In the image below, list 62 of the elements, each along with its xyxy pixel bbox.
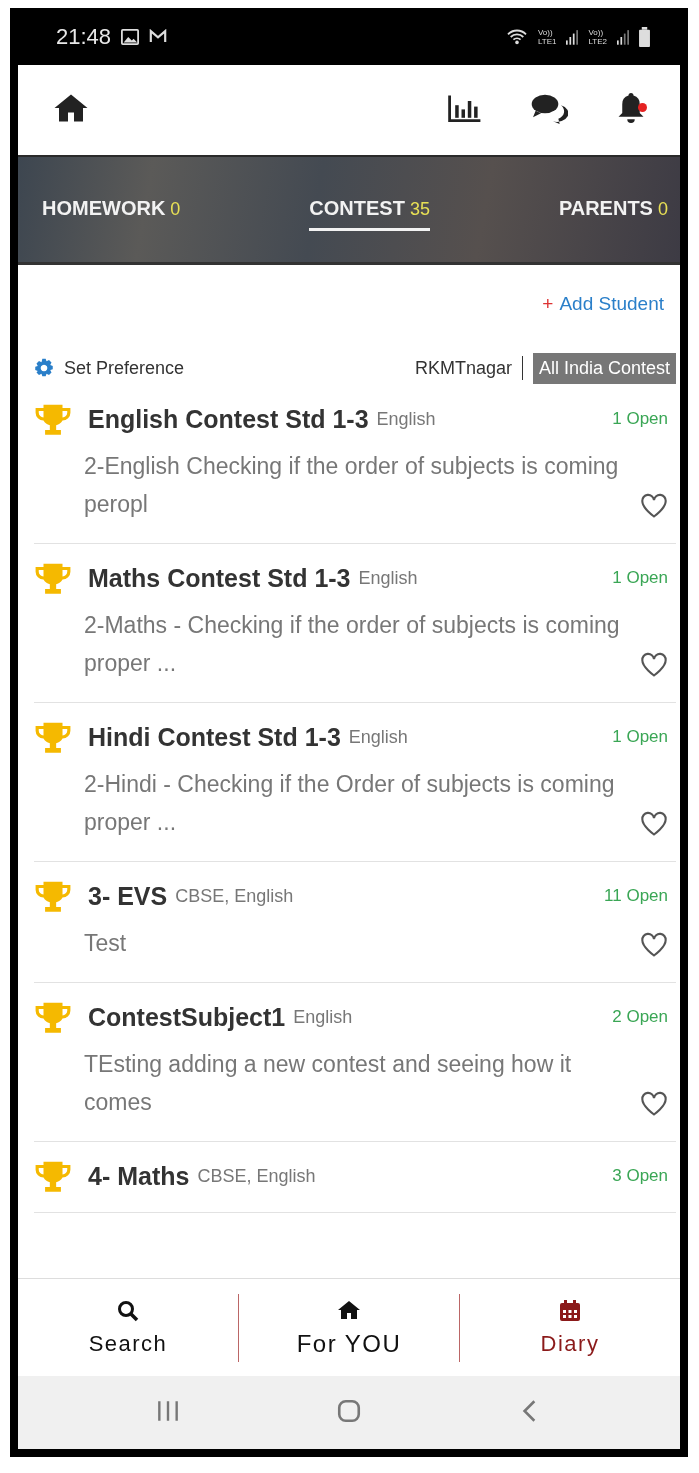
trophy-icon	[34, 1001, 72, 1033]
location-filter[interactable]: RKMTnagar	[414, 357, 512, 379]
heart-icon	[640, 811, 668, 837]
contest-tags: English	[293, 1006, 353, 1028]
bell-icon	[616, 91, 646, 125]
contest-description: TEsting adding a new contest and seeing how it comes	[84, 1050, 573, 1117]
contest-title[interactable]: 3- EVS	[88, 881, 168, 911]
contest-tags: English	[358, 567, 418, 589]
trophy-icon	[34, 880, 72, 912]
mail-icon	[149, 29, 168, 44]
signal-icon	[617, 28, 629, 45]
contest-title[interactable]: Maths Contest Std 1-3	[88, 563, 351, 593]
sim-label: LTE2	[588, 36, 607, 46]
search-icon	[116, 1298, 140, 1323]
contest-title[interactable]: Hindi Contest Std 1-3	[88, 722, 341, 752]
trophy-icon	[34, 721, 72, 753]
trophy-icon	[34, 403, 72, 435]
open-count: 1 Open	[612, 727, 668, 747]
tab[interactable]: HOMEWORK 0	[42, 188, 181, 231]
rounded-square-icon	[336, 1397, 362, 1424]
gear-icon	[34, 358, 54, 378]
contest-tags: English	[376, 408, 436, 430]
open-count: 1 Open	[612, 409, 668, 429]
contest-tags: CBSE, English	[175, 885, 294, 907]
tab[interactable]: CONTEST 35	[309, 188, 430, 231]
open-count: 1 Open	[612, 568, 668, 588]
sim-label: Vo))	[537, 27, 553, 37]
sim-label: Vo))	[588, 27, 604, 37]
contest-title[interactable]: English Contest Std 1-3	[88, 404, 369, 434]
image-icon	[121, 27, 140, 46]
contest-tags: CBSE, English	[197, 1165, 316, 1187]
set-preference-link[interactable]: Set Preference	[64, 357, 185, 379]
open-count: 2 Open	[612, 1007, 668, 1027]
chat-bubbles-icon	[530, 92, 568, 124]
nav-item[interactable]: Diary	[460, 1298, 680, 1357]
contest-description: 2-Hindi - Checking if the Order of subjects is coming proper ...	[84, 770, 616, 837]
contest-tags: English	[348, 726, 408, 748]
heart-icon	[640, 493, 668, 519]
add-student-link[interactable]: + Add Student	[542, 293, 664, 315]
contest-title[interactable]: ContestSubject1	[88, 1002, 286, 1032]
open-count: 11 Open	[604, 886, 668, 906]
contest-description: Test	[84, 929, 128, 958]
battery-icon	[639, 26, 650, 47]
trophy-icon	[34, 562, 72, 594]
tab[interactable]: PARENTS 0	[558, 188, 668, 231]
heart-icon	[640, 652, 668, 678]
nav-item[interactable]: For YOU	[239, 1297, 459, 1358]
heart-icon	[640, 1091, 668, 1117]
heart-icon	[640, 932, 668, 958]
contest-scope-filter[interactable]: All India Contest	[532, 352, 676, 384]
contest-title[interactable]: 4- Maths	[88, 1161, 190, 1191]
contest-description: 2-English Checking if the order of subjects is coming peropl	[84, 452, 620, 519]
trophy-icon	[34, 1160, 72, 1192]
contest-description: 2-Maths - Checking if the order of subjects is coming proper ...	[84, 611, 621, 678]
sim-label: LTE1	[537, 36, 557, 46]
open-count: 3 Open	[612, 1166, 668, 1186]
bar-chart-icon	[448, 94, 482, 122]
calendar-icon	[558, 1298, 582, 1323]
wifi-icon	[505, 27, 528, 46]
signal-icon	[566, 28, 579, 45]
clock-time: 21:48	[56, 23, 112, 50]
nav-item[interactable]: Search	[18, 1298, 238, 1357]
